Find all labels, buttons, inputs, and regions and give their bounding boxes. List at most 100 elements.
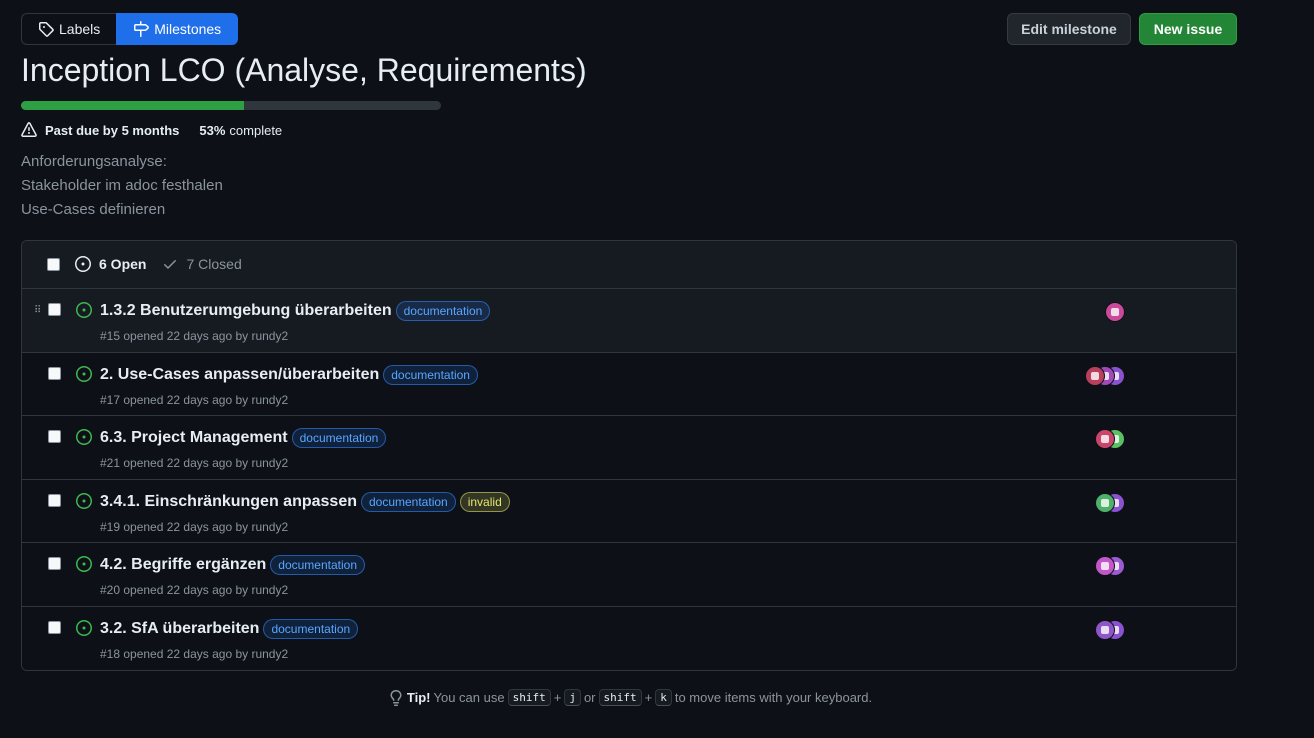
tab-labels[interactable]: Labels (21, 13, 117, 45)
issue-opened-icon (76, 302, 92, 318)
issue-row[interactable]: ⠿ 1.3.2 Benutzerumgebung überarbeiten docu… (22, 289, 1236, 353)
issue-label[interactable]: documentation (383, 364, 478, 385)
assignee-avatars (1095, 429, 1125, 449)
issue-title-link[interactable]: 2. Use-Cases anpassen/überarbeiten (100, 366, 379, 384)
plus-sign: + (644, 690, 653, 705)
issue-meta: #21 opened 22 days ago by rundy2 (100, 456, 289, 470)
issue-meta: #18 opened 22 days ago by rundy2 (100, 646, 289, 661)
assignee-avatars (1095, 619, 1125, 640)
tip-text-end: to move items with your keyboard. (674, 690, 873, 705)
tab-milestones-text: Milestones (154, 21, 222, 37)
avatar[interactable] (1095, 556, 1115, 576)
issue-row[interactable]: 3.4.1. Einschränkungen anpassen documenta… (22, 479, 1236, 543)
shift-key: shift (598, 689, 642, 706)
issue-label[interactable]: documentation (263, 618, 359, 639)
check-icon (164, 260, 177, 269)
subnav: Labels Milestones (21, 13, 239, 45)
issue-meta: #15 opened 22 days ago by rundy2 (100, 329, 289, 343)
new-issue-button[interactable]: New issue (1139, 13, 1237, 45)
issue-title-line: 1.3.2 Benutzerumgebung überarbeiten docum… (100, 301, 491, 321)
tip-prefix: Tip! (406, 690, 431, 705)
issues-box: 6 Open 7 Closed ⠿ 1.3.2 Benutzerumgebung … (21, 240, 1237, 671)
issue-checkbox[interactable] (48, 493, 61, 507)
open-count: 6 Open (99, 256, 147, 272)
avatar[interactable] (1095, 619, 1115, 640)
issue-checkbox[interactable] (48, 303, 61, 316)
description-line: Anforderungsanalyse: (21, 153, 167, 170)
milestone-icon (134, 21, 150, 37)
avatar[interactable] (1105, 302, 1125, 322)
description-line: Stakeholder im adoc festhalen (21, 177, 223, 194)
complete-label: complete (229, 122, 283, 138)
milestone-title: Inception LCO (Analyse, Requirements) (21, 52, 587, 88)
issue-checkbox[interactable] (48, 620, 61, 634)
issue-label[interactable]: documentation (395, 301, 491, 321)
tip-text: You can use (433, 690, 505, 705)
issue-list: ⠿ 1.3.2 Benutzerumgebung überarbeiten docu… (22, 289, 1236, 670)
assignee-avatars (1095, 556, 1125, 576)
avatar[interactable] (1095, 429, 1115, 449)
or-text: or (583, 690, 596, 705)
issue-row[interactable]: 2. Use-Cases anpassen/überarbeiten docume… (22, 352, 1236, 416)
milestone-progress-bar (21, 101, 441, 110)
issue-title-link[interactable]: 3.4.1. Einschränkungen anpassen (100, 493, 357, 511)
due-status: Past due by 5 months (45, 122, 180, 138)
k-key: k (655, 689, 672, 706)
assignee-avatars (1105, 302, 1125, 322)
j-key: j (564, 689, 581, 706)
issue-label[interactable]: documentation (360, 491, 456, 512)
issue-title-line: 3.2. SfA überarbeiten documentation (100, 618, 359, 639)
tag-icon (39, 22, 54, 37)
avatar[interactable] (1095, 492, 1115, 513)
issue-title-link[interactable]: 3.2. SfA überarbeiten (100, 620, 259, 638)
select-all-checkbox[interactable] (47, 258, 60, 271)
issue-opened-icon (76, 365, 92, 382)
tab-milestones[interactable]: Milestones (116, 13, 239, 45)
avatar[interactable] (1085, 365, 1105, 386)
issue-opened-icon (76, 492, 92, 509)
issue-opened-icon (75, 256, 91, 272)
issue-row[interactable]: 3.2. SfA überarbeiten documentation #18 op… (22, 606, 1236, 670)
issue-title-link[interactable]: 4.2. Begriffe ergänzen (100, 556, 266, 574)
alert-icon (21, 122, 37, 137)
issue-meta: #17 opened 22 days ago by rundy2 (100, 392, 289, 407)
issue-label[interactable]: documentation (270, 555, 366, 575)
assignee-avatars (1095, 492, 1125, 513)
issue-title-line: 4.2. Begriffe ergänzen documentation (100, 555, 366, 575)
assignee-avatars (1085, 365, 1125, 386)
keyboard-tip: Tip! You can use shift + j or shift + k to m… (0, 689, 1260, 706)
milestone-meta: Past due by 5 months 53% complete (21, 122, 282, 138)
issue-checkbox[interactable] (48, 430, 61, 443)
issue-checkbox[interactable] (48, 557, 61, 570)
issue-title-link[interactable]: 1.3.2 Benutzerumgebung überarbeiten (100, 302, 392, 320)
milestone-description: Anforderungsanalyse: Stakeholder im adoc… (21, 150, 223, 222)
drag-handle-icon[interactable]: ⠿ (34, 305, 41, 316)
percent-complete: 53% (199, 122, 226, 138)
plus-sign: + (553, 690, 562, 705)
description-line: Use-Cases definieren (21, 201, 166, 218)
issues-box-header: 6 Open 7 Closed (22, 241, 1236, 289)
light-bulb-icon (390, 689, 402, 706)
issue-opened-icon (76, 619, 92, 636)
top-bar: Labels Milestones Edit milestone New iss… (21, 13, 1237, 45)
issue-title-link[interactable]: 6.3. Project Management (100, 429, 288, 447)
progress-fill (21, 101, 244, 110)
issue-title-line: 6.3. Project Management documentation (100, 428, 387, 448)
closed-count: 7 Closed (186, 256, 242, 272)
issue-title-line: 2. Use-Cases anpassen/überarbeiten docume… (100, 364, 478, 385)
issue-state-filters: 6 Open 7 Closed (75, 256, 242, 272)
open-issues-filter[interactable]: 6 Open (75, 256, 146, 272)
issue-label[interactable]: invalid (459, 491, 510, 512)
issue-opened-icon (76, 556, 92, 572)
tab-labels-text: Labels (59, 21, 101, 37)
edit-milestone-button[interactable]: Edit milestone (1007, 13, 1131, 45)
shift-key: shift (507, 689, 551, 706)
issue-opened-icon (76, 429, 92, 445)
issue-row[interactable]: 4.2. Begriffe ergänzen documentation #20 o… (22, 543, 1236, 607)
issue-checkbox[interactable] (48, 366, 61, 380)
issue-label[interactable]: documentation (291, 428, 387, 448)
closed-issues-filter[interactable]: 7 Closed (162, 256, 242, 272)
issue-row[interactable]: 6.3. Project Management documentation #21 … (22, 416, 1236, 480)
issue-meta: #19 opened 22 days ago by rundy2 (100, 519, 289, 534)
issue-title-line: 3.4.1. Einschränkungen anpassen documenta… (100, 491, 510, 512)
